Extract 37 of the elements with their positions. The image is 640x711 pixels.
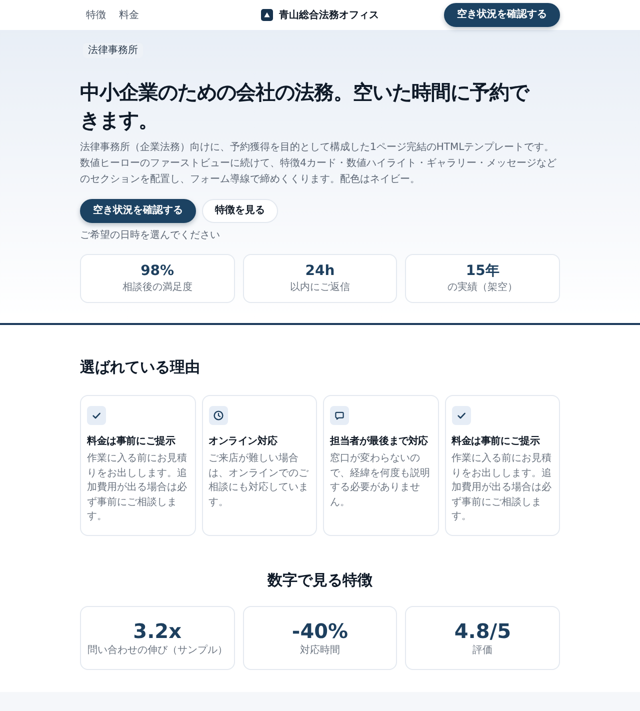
message-icon [330, 406, 349, 425]
feature-title: 料金は事前にご提示 [452, 435, 541, 449]
logo-icon [261, 9, 273, 21]
clock-icon [208, 406, 228, 425]
stat-value: 4.8/5 [453, 618, 512, 644]
check-icon [87, 406, 106, 425]
nav-link[interactable]: 特徴 [86, 8, 106, 22]
nav-link[interactable]: 料金 [119, 8, 139, 22]
availability-button[interactable]: 空き状況を確認する [444, 3, 560, 27]
stat-label: 相談後の満足度 [121, 281, 194, 294]
feature-title: 料金は事前にご提示 [87, 435, 176, 449]
stat-label: 問い合わせの伸び（サンプル） [87, 644, 228, 656]
feature-description: 窓口が変わらないので、経緯を何度も説明する必要がありません。 [330, 452, 431, 510]
feature-description: 作業に入る前にお見積りをお出しします。追加費用が出る場合は必ず事前にご相談します。 [452, 452, 552, 524]
stat-value: 98% [140, 262, 176, 281]
stat-value: -40% [290, 618, 350, 644]
stat-label: 対応時間 [298, 644, 341, 656]
feature-title: 担当者が最後まで対応 [330, 435, 430, 449]
stat-value: 24h [304, 262, 336, 281]
section-title: 選ばれている理由 [80, 357, 201, 377]
availability-button[interactable]: 空き状況を確認する [80, 199, 196, 223]
feature-title: オンライン対応 [208, 435, 278, 449]
feature-description: ご来店が難しい場合は、オンラインでのご相談にも対応しています。 [208, 452, 310, 510]
category-badge: 法律事務所 [83, 43, 143, 58]
hint-text: ご希望の日時を選んでください [80, 229, 221, 242]
stat-value: 3.2x [132, 618, 182, 644]
brand-name: 青山総合法務オフィス [279, 8, 379, 22]
stat-value: 15年 [464, 262, 500, 281]
section-title: 数字で見る特徴 [266, 570, 374, 590]
stat-label: の実績（架空） [446, 281, 519, 294]
check-icon [452, 406, 470, 425]
stat-label: 以内にご返信 [288, 281, 351, 294]
feature-description: 作業に入る前にお見積りをお出しします。追加費用が出る場合は必ず事前にご相談します。 [87, 452, 188, 524]
hero-description: 法律事務所（企業法務）向けに、予約獲得を目的として構成した1ページ完結のHTMLテンプレートです。数値ヒーローのファーストビューに続けて、特徴4カード・数値ハイライト・ギャラリー・メッセージなどのセクションを配置し、フォーム導線で締めくくります。配色はネイビー。 [80, 140, 558, 187]
features-button[interactable]: 特徴を見る [202, 199, 278, 223]
stat-label: 評価 [472, 644, 494, 656]
hero-title: 中小企業のための会社の法務。空いた時間に予約できます。 [80, 79, 530, 134]
